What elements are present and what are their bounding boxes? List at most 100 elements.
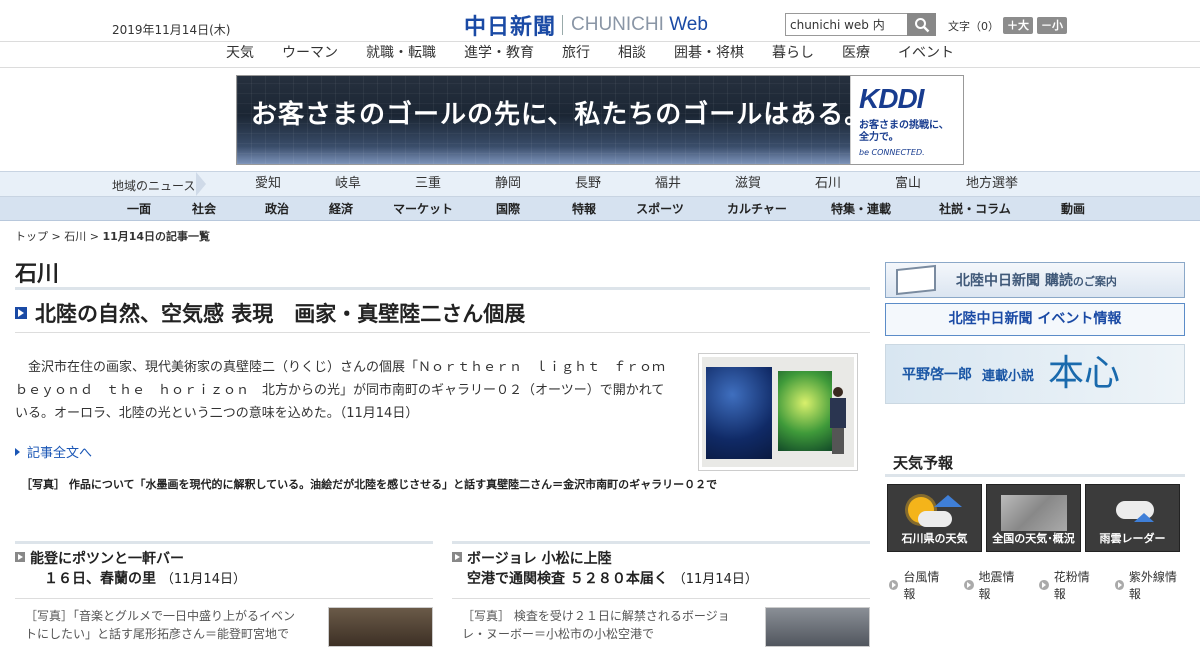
painting-green (778, 371, 832, 451)
novel-author: 平野啓一郎 (902, 367, 972, 383)
breadcrumb-top[interactable]: トップ (15, 230, 48, 243)
newspaper-icon (892, 264, 942, 296)
novel-label: 連載小説 (982, 368, 1035, 384)
event-info-banner[interactable]: 北陸中日新聞 イベント情報 (885, 303, 1185, 336)
region-mie[interactable]: 三重 (388, 172, 468, 196)
cat-special-report[interactable]: 特報 (540, 197, 628, 221)
sub-article-photo[interactable] (765, 607, 870, 647)
font-larger-button[interactable]: ＋大 (1003, 17, 1033, 34)
region-label: 地域のニュース (112, 179, 196, 193)
article-heading: 北陸の自然、空気感 表現 画家・真壁陸二さん個展 (15, 300, 870, 330)
category-nav: 一面 社会 政治 経済 マーケット 国際 特報 スポーツ カルチャー 特集・連載… (0, 197, 1200, 221)
region-fukui[interactable]: 福井 (628, 172, 708, 196)
cat-features[interactable]: 特集・連載 (822, 197, 900, 221)
photo-gallery-scene (702, 357, 854, 467)
arrow-circle-icon (1114, 580, 1124, 590)
region-shiga[interactable]: 滋賀 (708, 172, 788, 196)
nav-woman[interactable]: ウーマン (282, 42, 338, 67)
region-nagano[interactable]: 長野 (548, 172, 628, 196)
arrow-circle-icon (964, 580, 974, 590)
site-search (785, 13, 936, 36)
sub-article-photo[interactable] (328, 607, 433, 647)
nav-consult[interactable]: 相談 (618, 42, 646, 67)
cat-politics[interactable]: 政治 (242, 197, 312, 221)
novel-banner[interactable]: 平野啓一郎 連載小説 本心 (885, 344, 1185, 404)
search-icon (914, 17, 929, 32)
breadcrumb: トップ > 石川 > 11月14日の記事一覧 (15, 230, 211, 243)
cat-sports[interactable]: スポーツ (628, 197, 692, 221)
read-more-link[interactable]: 記事全文へ (15, 442, 92, 461)
region-toyama[interactable]: 富山 (868, 172, 948, 196)
sub-article-divider (15, 541, 433, 549)
link-earthquake[interactable]: 地震情報 (964, 568, 1023, 602)
weather-heading: 天気予報 (885, 452, 1185, 477)
novel-title: 本心 (1048, 353, 1121, 394)
nav-event[interactable]: イベント (898, 42, 954, 67)
category-list: 一面 社会 政治 経済 マーケット 国際 特報 スポーツ カルチャー 特集・連載… (112, 197, 1096, 221)
tile-rain-radar[interactable]: 雨雲レーダー (1085, 484, 1180, 552)
arrow-circle-icon (889, 580, 899, 590)
read-more-label: 記事全文へ (27, 446, 93, 461)
cat-front-page[interactable]: 一面 (112, 197, 166, 221)
article-photo[interactable] (698, 353, 858, 471)
nav-jobs[interactable]: 就職・転職 (366, 42, 436, 67)
cat-video[interactable]: 動画 (1050, 197, 1096, 221)
link-pollen[interactable]: 花粉情報 (1039, 568, 1098, 602)
main-content: トップ > 石川 > 11月14日の記事一覧 石川 北陸の自然、空気感 表現 画… (15, 228, 870, 647)
subscribe-banner[interactable]: 北陸中日新聞 購読のご案内 (885, 262, 1185, 298)
ad-tagline: お客さまの挑戦に、 全力で。 (859, 120, 949, 143)
sun-cloud-icon (888, 489, 981, 531)
search-input[interactable] (785, 13, 907, 36)
logo-divider (562, 15, 564, 35)
arrow-right-icon (15, 552, 25, 562)
cat-economy[interactable]: 経済 (312, 197, 370, 221)
divider (15, 332, 870, 333)
top-nav: 天気 ウーマン 就職・転職 進学・教育 旅行 相談 囲碁・将棋 暮らし 医療 イ… (0, 42, 1200, 68)
subscribe-label: 北陸中日新聞 購読のご案内 (956, 273, 1117, 289)
region-shizuoka[interactable]: 静岡 (468, 172, 548, 196)
breadcrumb-ishikawa[interactable]: 石川 (64, 230, 86, 243)
tile-national-weather[interactable]: 全国の天気･概況 (986, 484, 1081, 552)
sub-article-heading[interactable]: ボージョレ 小松に上陸 空港で通関検査 ５２８０本届く （11月14日） (452, 549, 870, 590)
article-title[interactable]: 北陸の自然、空気感 表現 画家・真壁陸二さん個展 (35, 298, 525, 328)
section-title: 石川 (15, 256, 870, 290)
sub-article-divider (452, 541, 870, 549)
ad-image: お客さまのゴールの先に、私たちのゴールはある。 (237, 76, 870, 164)
nav-go-shogi[interactable]: 囲碁・将棋 (674, 42, 744, 67)
painting-blue (706, 367, 772, 459)
arrow-circle-icon (1039, 580, 1049, 590)
search-button[interactable] (907, 13, 936, 36)
sub-article-heading[interactable]: 能登にポツンと一軒バー １６日、春蘭の里 （11月14日） (15, 549, 433, 590)
link-uv[interactable]: 紫外線情報 (1114, 568, 1185, 602)
photo-caption: ［写真］ 作品について「水墨画を現代的に解釈している。油絵だが北陸を感じさせる」… (21, 478, 718, 491)
rain-cloud-icon (1086, 489, 1179, 531)
region-aichi[interactable]: 愛知 (228, 172, 308, 196)
cat-culture[interactable]: カルチャー (692, 197, 822, 221)
nav-education[interactable]: 進学・教育 (464, 42, 534, 67)
link-typhoon[interactable]: 台風情報 (889, 568, 948, 602)
cat-society[interactable]: 社会 (166, 197, 242, 221)
tile-ishikawa-weather[interactable]: 石川県の天気 (887, 484, 982, 552)
nav-living[interactable]: 暮らし (772, 42, 814, 67)
region-elections[interactable]: 地方選挙 (948, 172, 1036, 196)
region-ishikawa[interactable]: 石川 (788, 172, 868, 196)
weather-tiles: 石川県の天気 全国の天気･概況 雨雲レーダー (885, 484, 1185, 552)
font-smaller-button[interactable]: －小 (1037, 17, 1067, 34)
ad-area: お客さまのゴールの先に、私たちのゴールはある。 KDDI お客さまの挑戦に、 全力… (0, 68, 1200, 171)
nav-medical[interactable]: 医療 (842, 42, 870, 67)
region-nav: 地域のニュース 愛知 岐阜 三重 静岡 長野 福井 滋賀 石川 富山 地方選挙 (0, 171, 1200, 197)
ad-banner[interactable]: お客さまのゴールの先に、私たちのゴールはある。 KDDI お客さまの挑戦に、 全力… (236, 75, 964, 165)
nav-weather[interactable]: 天気 (226, 42, 254, 67)
nav-travel[interactable]: 旅行 (562, 42, 590, 67)
cat-international[interactable]: 国際 (476, 197, 540, 221)
sub-article-text: ［写真］「音楽とグルメで一日中盛り上がるイベントにしたい」と話す尾形拓彦さん＝能… (25, 609, 296, 641)
sidebar: 北陸中日新聞 購読のご案内 北陸中日新聞 イベント情報 平野啓一郎 連載小説 本… (885, 262, 1185, 602)
region-list: 愛知 岐阜 三重 静岡 長野 福井 滋賀 石川 富山 地方選挙 (228, 172, 1036, 196)
region-gifu[interactable]: 岐阜 (308, 172, 388, 196)
arrow-right-icon (452, 552, 462, 562)
ad-slogan: be CONNECTED. (859, 148, 925, 157)
cat-market[interactable]: マーケット (370, 197, 476, 221)
site-logo[interactable]: 中日新聞 CHUNICHI Web (464, 9, 708, 41)
sub-article-body: ［写真］「音楽とグルメで一日中盛り上がるイベントにしたい」と話す尾形拓彦さん＝能… (15, 598, 433, 647)
cat-editorial[interactable]: 社説・コラム (900, 197, 1050, 221)
